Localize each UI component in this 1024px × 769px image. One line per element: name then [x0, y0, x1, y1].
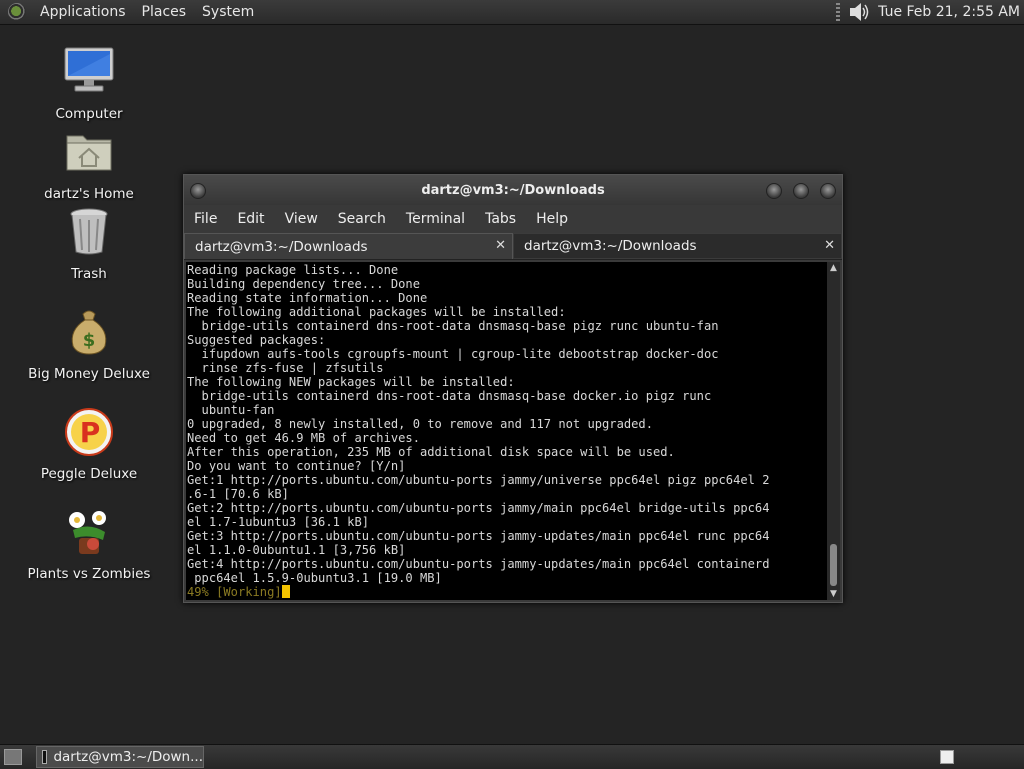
desktop-icon-label: Computer — [55, 106, 123, 122]
terminal-window[interactable]: dartz@vm3:~/Downloads File Edit View Sea… — [183, 174, 843, 603]
clock[interactable]: Tue Feb 21, 2:55 AM — [878, 4, 1024, 20]
desktop-icon-big-money[interactable]: $ Big Money Deluxe — [14, 306, 164, 382]
menu-search[interactable]: Search — [328, 211, 396, 227]
tab-bar: dartz@vm3:~/Downloads ✕ dartz@vm3:~/Down… — [184, 233, 842, 260]
window-titlebar[interactable]: dartz@vm3:~/Downloads — [184, 175, 842, 205]
trash-icon — [70, 208, 108, 255]
tab-2[interactable]: dartz@vm3:~/Downloads ✕ — [513, 233, 842, 259]
close-button[interactable] — [820, 183, 836, 199]
minimize-button[interactable] — [766, 183, 782, 199]
terminal-cursor — [281, 585, 290, 598]
home-folder-icon — [66, 135, 112, 171]
plants-vs-zombies-icon — [69, 511, 106, 554]
places-menu[interactable]: Places — [134, 4, 195, 20]
menu-edit[interactable]: Edit — [227, 211, 274, 227]
taskbar-item-label: dartz@vm3:~/Down... — [53, 749, 203, 765]
terminal-output[interactable]: Reading package lists... Done Building d… — [186, 262, 827, 600]
scroll-down-arrow-icon[interactable]: ▼ — [827, 588, 840, 600]
svg-text:$: $ — [83, 330, 96, 351]
tab-1[interactable]: dartz@vm3:~/Downloads ✕ — [184, 233, 513, 259]
desktop-icon-computer[interactable]: Computer — [14, 46, 164, 122]
terminal-icon — [42, 750, 48, 764]
menu-file[interactable]: File — [184, 211, 227, 227]
show-desktop-icon[interactable] — [4, 749, 22, 765]
panel-grip-icon[interactable] — [836, 3, 841, 21]
desktop-icon-home[interactable]: dartz's Home — [14, 126, 164, 202]
applications-menu[interactable]: Applications — [32, 4, 134, 20]
desktop-icon-plants-vs-zombies[interactable]: Plants vs Zombies — [14, 506, 164, 582]
peggle-icon: P — [65, 408, 113, 456]
desktop-icon-label: Plants vs Zombies — [27, 566, 151, 582]
terminal-scrollbar[interactable]: ▲ ▼ — [827, 262, 840, 600]
distro-logo-icon[interactable] — [8, 3, 26, 21]
tab-close-icon[interactable]: ✕ — [495, 238, 506, 253]
workspace-switcher[interactable] — [940, 750, 954, 764]
tab-close-icon[interactable]: ✕ — [824, 238, 835, 253]
taskbar-item-terminal[interactable]: dartz@vm3:~/Down... — [36, 746, 204, 768]
terminal-output-text: Reading package lists... Done Building d… — [187, 263, 770, 585]
desktop-icon-label: Big Money Deluxe — [28, 366, 150, 382]
tab-label: dartz@vm3:~/Downloads — [195, 238, 368, 255]
svg-text:P: P — [80, 416, 101, 449]
desktop-icon-label: dartz's Home — [44, 186, 134, 202]
menu-help[interactable]: Help — [526, 211, 578, 227]
menu-view[interactable]: View — [275, 211, 328, 227]
window-title: dartz@vm3:~/Downloads — [421, 182, 605, 198]
computer-icon — [64, 47, 114, 92]
desktop-icon-label: Peggle Deluxe — [40, 466, 138, 482]
top-panel: Applications Places System Tue Feb 21, 2… — [0, 0, 1024, 25]
scroll-up-arrow-icon[interactable]: ▲ — [827, 262, 840, 274]
bottom-panel: dartz@vm3:~/Down... — [0, 744, 1024, 769]
desktop-icon-trash[interactable]: Trash — [14, 206, 164, 282]
terminal-status-line: 49% [Working] — [187, 585, 282, 599]
system-menu[interactable]: System — [194, 4, 262, 20]
desktop-icon-peggle[interactable]: P Peggle Deluxe — [14, 406, 164, 482]
terminal-menubar: File Edit View Search Terminal Tabs Help — [184, 205, 842, 233]
money-bag-icon: $ — [71, 310, 107, 355]
desktop-icon-label: Trash — [71, 266, 107, 282]
maximize-button[interactable] — [793, 183, 809, 199]
volume-icon[interactable] — [848, 2, 870, 22]
menu-terminal[interactable]: Terminal — [396, 211, 475, 227]
tab-label: dartz@vm3:~/Downloads — [524, 238, 697, 254]
menu-tabs[interactable]: Tabs — [475, 211, 526, 227]
scrollbar-thumb[interactable] — [830, 544, 837, 586]
